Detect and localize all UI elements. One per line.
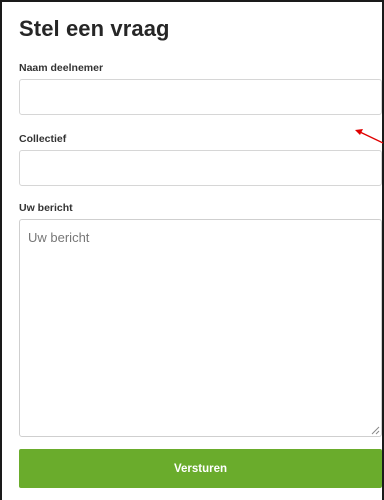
message-textarea[interactable] bbox=[19, 219, 382, 437]
name-label: Naam deelnemer bbox=[19, 62, 104, 74]
collectief-input[interactable] bbox=[19, 150, 382, 186]
name-input[interactable] bbox=[19, 79, 382, 115]
submit-button[interactable]: Versturen bbox=[19, 449, 382, 488]
page-title: Stel een vraag bbox=[19, 16, 170, 41]
collectief-label: Collectief bbox=[19, 133, 67, 145]
message-label: Uw bericht bbox=[19, 202, 73, 214]
